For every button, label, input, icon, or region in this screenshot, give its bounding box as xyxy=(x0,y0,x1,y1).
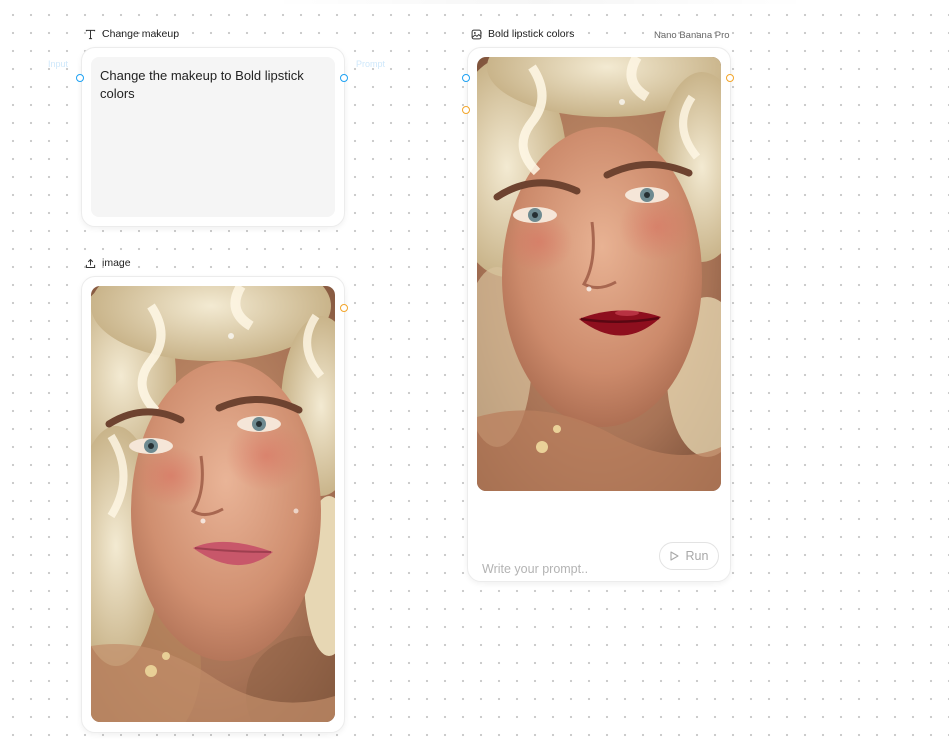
text-node-ghost-output: Prompt xyxy=(356,59,386,69)
text-node-content[interactable]: Change the makeup to Bold lipstick color… xyxy=(91,57,335,217)
generate-node-text-input-port[interactable] xyxy=(462,74,470,82)
play-icon xyxy=(669,551,679,561)
run-button[interactable]: Run xyxy=(659,542,719,570)
generate-node-title: Bold lipstick colors xyxy=(471,28,574,40)
text-node-title: Change makeup xyxy=(85,28,179,40)
image-node-output-port[interactable] xyxy=(340,304,348,312)
result-portrait-illustration xyxy=(477,57,721,491)
source-portrait-image xyxy=(91,286,335,722)
text-node-ghost-input: Input xyxy=(48,59,69,69)
text-type-icon xyxy=(85,29,96,39)
generate-node-title-text: Bold lipstick colors xyxy=(488,28,575,40)
upload-icon xyxy=(85,258,96,268)
text-node-output-port[interactable] xyxy=(340,74,348,82)
image-icon xyxy=(471,29,482,39)
generate-node-output-port[interactable] xyxy=(726,74,734,82)
top-edge-shadow xyxy=(270,0,810,4)
image-node-title-text: image xyxy=(102,257,131,269)
portrait-illustration xyxy=(91,286,335,722)
text-node-input-port[interactable] xyxy=(76,74,84,82)
model-name[interactable]: Nano Banana Pro xyxy=(654,30,730,41)
run-button-label: Run xyxy=(685,549,709,563)
text-node-title-text: Change makeup xyxy=(102,28,180,40)
generate-node-image-input-port[interactable] xyxy=(462,106,470,114)
result-portrait-image xyxy=(477,57,721,491)
generate-node-card[interactable]: Run xyxy=(467,47,731,582)
image-node-card[interactable] xyxy=(81,276,345,733)
text-node-card[interactable]: Change the makeup to Bold lipstick color… xyxy=(81,47,345,227)
image-node-title: image xyxy=(85,257,131,269)
